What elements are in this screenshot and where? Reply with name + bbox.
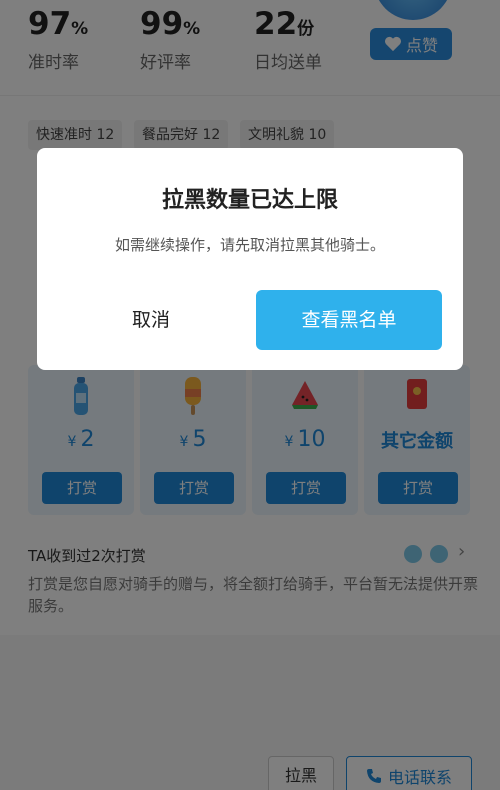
dialog-title: 拉黑数量已达上限 [161, 188, 338, 213]
modal-overlay[interactable] [0, 0, 500, 790]
blacklist-limit-dialog: 拉黑数量已达上限 如需继续操作，请先取消拉黑其他骑士。 取消 查看黑名单 [37, 148, 463, 370]
cancel-button[interactable]: 取消 [71, 290, 231, 350]
view-blacklist-button[interactable]: 查看黑名单 [256, 290, 442, 350]
dialog-message: 如需继续操作，请先取消拉黑其他骑士。 [114, 236, 385, 254]
